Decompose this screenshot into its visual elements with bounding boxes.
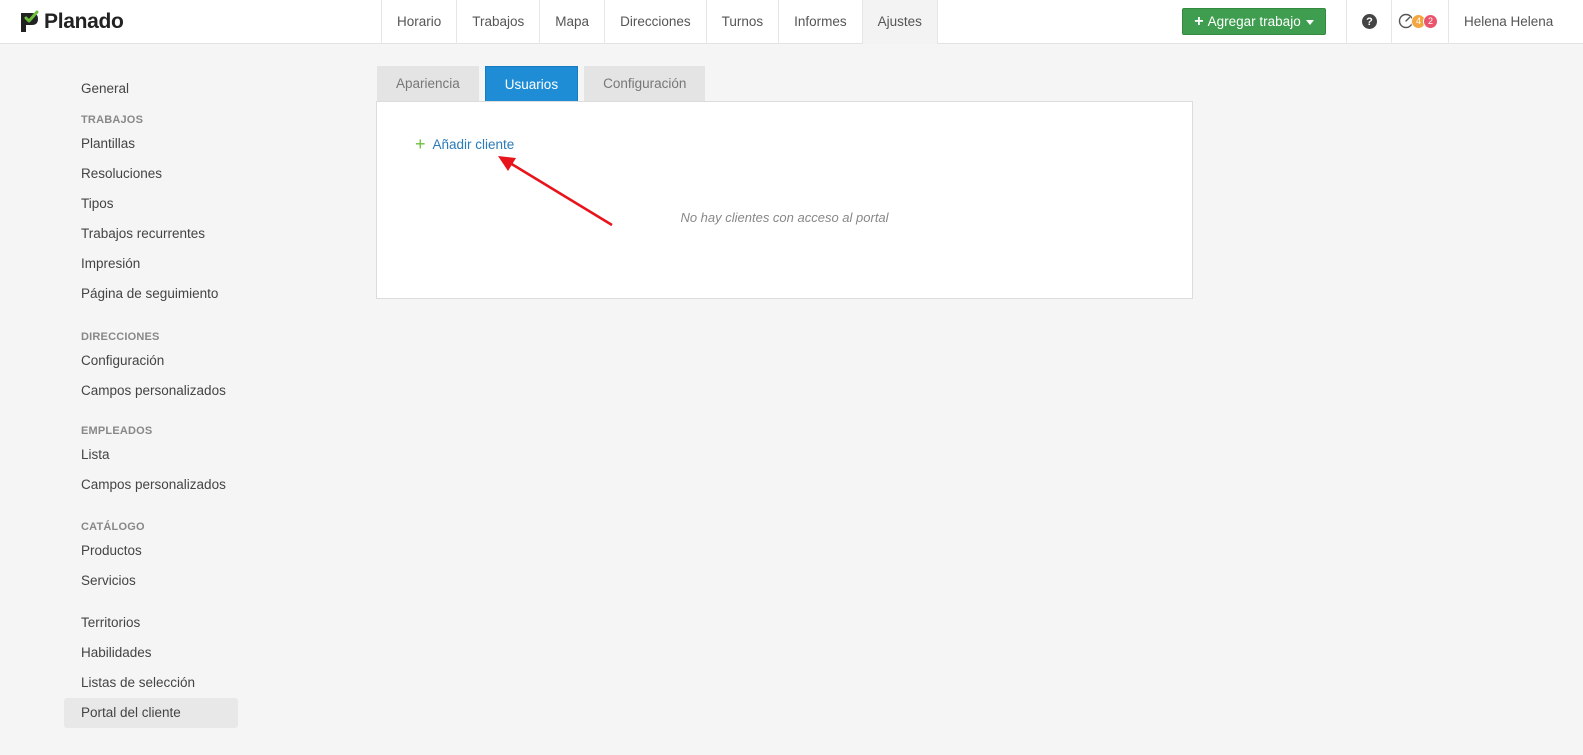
sidebar-item-habilidades[interactable]: Habilidades: [64, 638, 238, 668]
sidebar-item-trabajos-recurrentes[interactable]: Trabajos recurrentes: [64, 219, 238, 249]
plus-icon: +: [1194, 12, 1204, 30]
sidebar-item-pagina-seguimiento[interactable]: Página de seguimiento: [64, 279, 238, 309]
nav-mapa[interactable]: Mapa: [540, 0, 606, 44]
sidebar-item-portal-cliente[interactable]: Portal del cliente: [64, 698, 238, 728]
nav-horario[interactable]: Horario: [382, 0, 458, 44]
sidebar-item-resoluciones[interactable]: Resoluciones: [64, 159, 238, 189]
sidebar-item-general[interactable]: General: [64, 74, 238, 104]
planado-logo[interactable]: Planado: [18, 8, 124, 36]
caret-down-icon: [1305, 20, 1314, 25]
sidebar-heading-catalogo: CATÁLOGO: [81, 521, 145, 533]
users-panel: + Añadir cliente No hay clientes con acc…: [376, 101, 1193, 299]
sidebar-item-campos-empleados[interactable]: Campos personalizados: [64, 470, 238, 500]
add-client-label: Añadir cliente: [432, 136, 515, 152]
sidebar-item-campos-direcciones[interactable]: Campos personalizados: [64, 376, 238, 406]
nav-informes[interactable]: Informes: [779, 0, 863, 44]
nav-ajustes[interactable]: Ajustes: [862, 0, 938, 44]
tab-configuracion[interactable]: Configuración: [584, 66, 706, 102]
add-client-link[interactable]: + Añadir cliente: [415, 135, 514, 153]
divider: [1346, 0, 1347, 44]
red-badge: 2: [1423, 13, 1438, 29]
sidebar-heading-empleados: EMPLEADOS: [81, 425, 153, 437]
nav-trabajos[interactable]: Trabajos: [457, 0, 541, 44]
user-menu[interactable]: Helena Helena: [1464, 0, 1553, 44]
sidebar-item-listas-seleccion[interactable]: Listas de selección: [64, 668, 238, 698]
sidebar-item-lista[interactable]: Lista: [64, 440, 238, 470]
empty-state-message: No hay clientes con acceso al portal: [680, 210, 889, 225]
notifications[interactable]: 4 2: [1398, 12, 1438, 30]
sidebar-item-servicios[interactable]: Servicios: [64, 566, 238, 596]
settings-tabs: Apariencia Usuarios Configuración: [377, 66, 711, 102]
divider: [1448, 0, 1449, 44]
nav-direcciones[interactable]: Direcciones: [605, 0, 707, 44]
divider: [1391, 0, 1392, 44]
tab-apariencia[interactable]: Apariencia: [377, 66, 479, 102]
help-icon[interactable]: ?: [1362, 14, 1377, 29]
logo-icon: [21, 10, 39, 32]
add-job-button[interactable]: + Agregar trabajo: [1182, 8, 1326, 35]
add-job-label: Agregar trabajo: [1207, 14, 1301, 29]
sidebar-item-configuracion[interactable]: Configuración: [64, 346, 238, 376]
sidebar-item-tipos[interactable]: Tipos: [64, 189, 238, 219]
top-bar: Planado Horario Trabajos Mapa Direccione…: [0, 0, 1583, 44]
settings-sidebar: General TRABAJOS Plantillas Resoluciones…: [64, 74, 238, 728]
tab-usuarios[interactable]: Usuarios: [484, 66, 579, 102]
plus-icon: +: [415, 134, 426, 154]
sidebar-heading-trabajos: TRABAJOS: [81, 114, 144, 126]
sidebar-item-productos[interactable]: Productos: [64, 536, 238, 566]
logo-text: Planado: [44, 10, 124, 33]
nav-turnos[interactable]: Turnos: [707, 0, 780, 44]
sidebar-item-plantillas[interactable]: Plantillas: [64, 129, 238, 159]
sidebar-item-territorios[interactable]: Territorios: [64, 608, 238, 638]
sidebar-heading-direcciones: DIRECCIONES: [81, 331, 160, 343]
sidebar-item-impresion[interactable]: Impresión: [64, 249, 238, 279]
main-nav: Horario Trabajos Mapa Direcciones Turnos…: [381, 0, 938, 44]
